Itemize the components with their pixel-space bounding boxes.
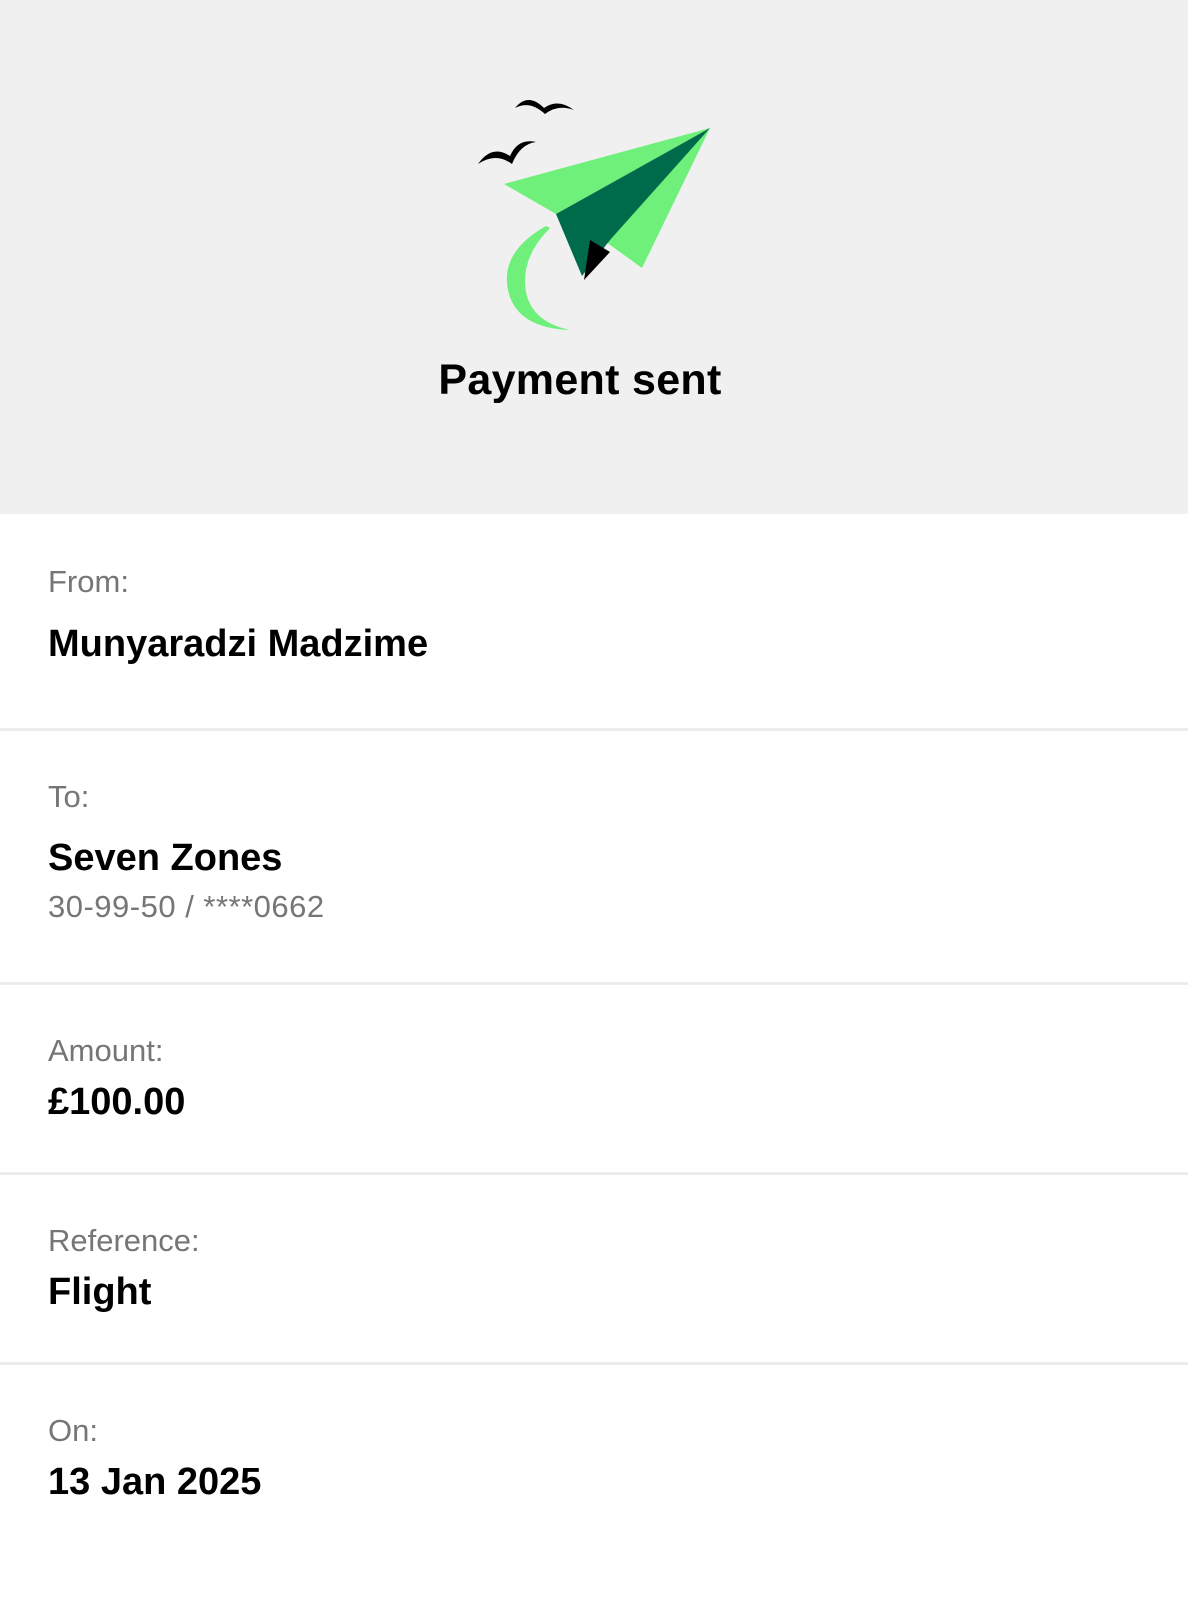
to-account-details: 30-99-50 / ****0662 <box>48 889 325 924</box>
from-value: Munyaradzi Madzime <box>48 623 429 665</box>
from-row: From: Munyaradzi Madzime <box>0 514 1188 731</box>
amount-row: Amount: £100.00 <box>0 985 1188 1175</box>
paper-plane-icon <box>470 90 720 340</box>
amount-value: £100.00 <box>48 1081 186 1123</box>
from-label: From: <box>48 564 129 599</box>
page-title: Payment sent <box>438 356 722 404</box>
receipt-header: Payment sent <box>0 0 1188 514</box>
date-value: 13 Jan 2025 <box>48 1461 262 1503</box>
reference-value: Flight <box>48 1271 152 1313</box>
date-row: On: 13 Jan 2025 <box>0 1365 1188 1595</box>
payment-receipt: Payment sent From: Munyaradzi Madzime To… <box>0 0 1188 1600</box>
to-value: Seven Zones <box>48 837 283 879</box>
reference-row: Reference: Flight <box>0 1175 1188 1365</box>
reference-label: Reference: <box>48 1223 200 1258</box>
to-row: To: Seven Zones 30-99-50 / ****0662 <box>0 731 1188 985</box>
amount-label: Amount: <box>48 1033 164 1068</box>
to-label: To: <box>48 779 90 814</box>
date-label: On: <box>48 1413 98 1448</box>
